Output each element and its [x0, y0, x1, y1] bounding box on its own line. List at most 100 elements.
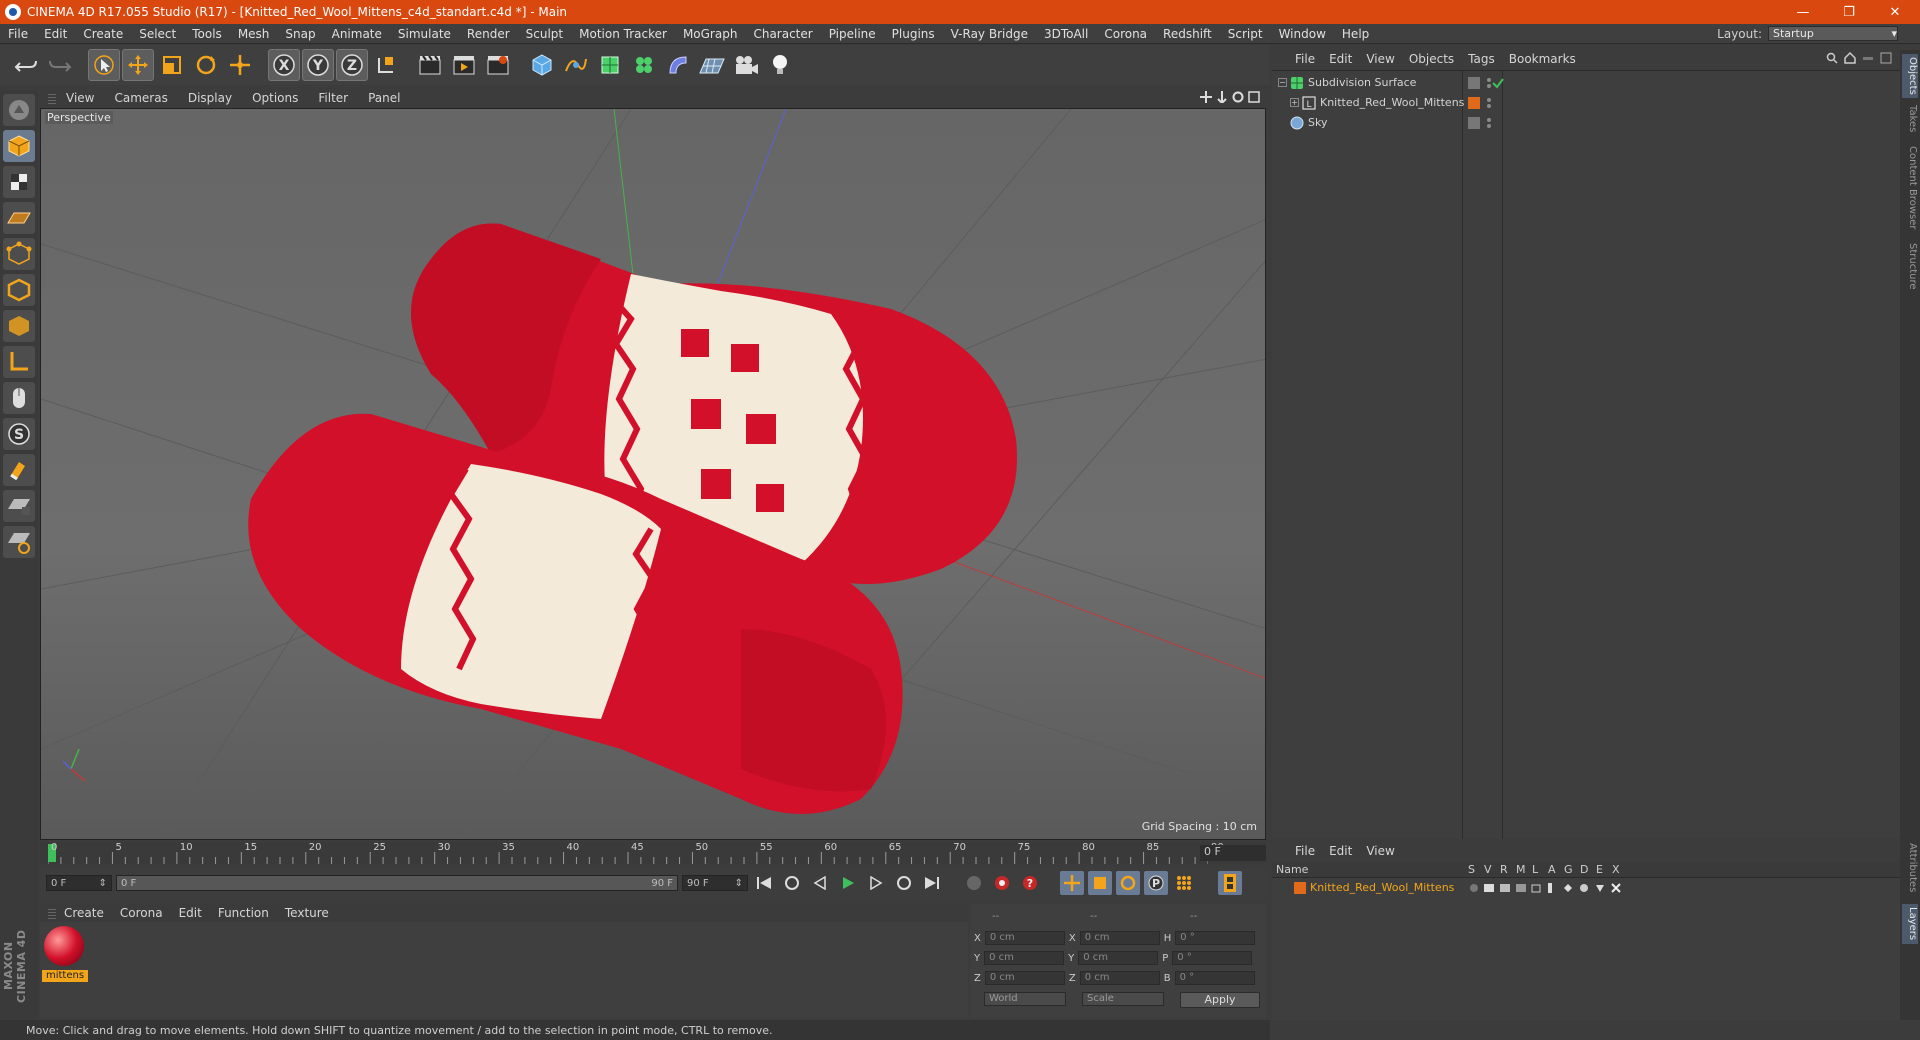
- enabled-check-icon[interactable]: [1492, 77, 1504, 89]
- tab-content-browser[interactable]: Content Browser: [1902, 142, 1918, 234]
- menu-tools[interactable]: Tools: [184, 27, 230, 41]
- perspective-viewport[interactable]: Perspective Grid Spacing : 10 cm: [40, 108, 1266, 840]
- expand-panel-icon[interactable]: [1880, 52, 1892, 64]
- timeline-ruler[interactable]: 0 5 10 15 20 25 30 35 40 45 50 55 60 65 …: [40, 842, 1266, 864]
- zoom-view-icon[interactable]: [1216, 91, 1228, 103]
- layer-col-locked[interactable]: L: [1532, 863, 1538, 876]
- key-rotation-button[interactable]: [1116, 871, 1140, 895]
- texture-mode-button[interactable]: [3, 166, 35, 198]
- coordinate-mode-select[interactable]: World: [984, 992, 1066, 1006]
- planar-workplane-button[interactable]: [3, 526, 35, 558]
- layer-col-view[interactable]: V: [1484, 863, 1492, 876]
- key-position-button[interactable]: [1060, 871, 1084, 895]
- layout-select[interactable]: Startup ▾: [1768, 26, 1898, 41]
- live-selection-button[interactable]: [88, 49, 120, 81]
- axis-mode-button[interactable]: [3, 346, 35, 378]
- visibility-dots-icon[interactable]: [1484, 97, 1494, 109]
- key-parameter-button[interactable]: P: [1144, 871, 1168, 895]
- viewport-menu-options[interactable]: Options: [242, 91, 308, 105]
- layer-menu-edit[interactable]: Edit: [1322, 844, 1359, 858]
- model-mode-button[interactable]: [3, 130, 35, 162]
- current-frame-field[interactable]: 0 F: [1200, 845, 1266, 861]
- coordinate-system-button[interactable]: [370, 49, 402, 81]
- menu-sculpt[interactable]: Sculpt: [518, 27, 571, 41]
- go-to-end-button[interactable]: [920, 871, 944, 895]
- rotate-tool-button[interactable]: [190, 49, 222, 81]
- object-menu-view[interactable]: View: [1359, 52, 1401, 66]
- frame-range-slider[interactable]: 0 F 90 F: [116, 875, 678, 891]
- make-editable-button[interactable]: [3, 94, 35, 126]
- add-light-button[interactable]: [764, 49, 796, 81]
- tab-takes[interactable]: Takes: [1902, 102, 1918, 136]
- layer-menu-view[interactable]: View: [1359, 844, 1401, 858]
- end-frame-field[interactable]: 90 F ⇕: [682, 875, 748, 891]
- close-button[interactable]: ✕: [1872, 0, 1918, 24]
- material-menu-edit[interactable]: Edit: [171, 906, 210, 920]
- rotation-p-field[interactable]: 0 °: [1172, 951, 1253, 965]
- layer-col-generators[interactable]: G: [1564, 863, 1573, 876]
- object-row-knitted-mittens[interactable]: + L Knitted_Red_Wool_Mittens: [1272, 93, 1900, 113]
- viewport-menu-view[interactable]: View: [56, 91, 104, 105]
- menu-animate[interactable]: Animate: [324, 27, 390, 41]
- key-scale-button[interactable]: [1088, 871, 1112, 895]
- size-mode-select[interactable]: Scale: [1082, 992, 1164, 1006]
- position-x-field[interactable]: 0 cm: [984, 931, 1065, 945]
- orbit-view-icon[interactable]: [1232, 91, 1244, 103]
- material-menu-corona[interactable]: Corona: [112, 906, 171, 920]
- render-view-button[interactable]: [414, 49, 446, 81]
- redo-button[interactable]: [44, 49, 76, 81]
- material-menu-function[interactable]: Function: [210, 906, 277, 920]
- tab-layers[interactable]: Layers: [1902, 904, 1918, 944]
- start-frame-field[interactable]: 0 F ⇕: [46, 875, 112, 891]
- object-row-sky[interactable]: Sky: [1272, 113, 1900, 133]
- minimize-panel-icon[interactable]: [1862, 52, 1874, 64]
- menu-select[interactable]: Select: [131, 27, 184, 41]
- render-picture-viewer-button[interactable]: [448, 49, 480, 81]
- add-spline-button[interactable]: [560, 49, 592, 81]
- viewport-menu-cameras[interactable]: Cameras: [104, 91, 177, 105]
- size-y-field[interactable]: 0 cm: [1078, 951, 1159, 965]
- points-mode-button[interactable]: [3, 238, 35, 270]
- previous-key-button[interactable]: [780, 871, 804, 895]
- tab-objects[interactable]: Objects: [1902, 54, 1918, 98]
- menu-render[interactable]: Render: [459, 27, 518, 41]
- add-subdivision-button[interactable]: [594, 49, 626, 81]
- pan-view-icon[interactable]: [1200, 91, 1212, 103]
- object-menu-objects[interactable]: Objects: [1402, 52, 1461, 66]
- material-menu-create[interactable]: Create: [56, 906, 112, 920]
- undo-button[interactable]: [10, 49, 42, 81]
- menu-create[interactable]: Create: [75, 27, 131, 41]
- material-swatch-mittens[interactable]: mittens: [40, 922, 90, 986]
- restore-button[interactable]: ❐: [1826, 0, 1872, 24]
- layer-menu-file[interactable]: File: [1288, 844, 1322, 858]
- layer-toggle-icons[interactable]: [1468, 882, 1628, 894]
- position-y-field[interactable]: 0 cm: [984, 951, 1065, 965]
- edges-mode-button[interactable]: [3, 274, 35, 306]
- menu-redshift[interactable]: Redshift: [1155, 27, 1220, 41]
- menu-3dtoall[interactable]: 3DToAll: [1036, 27, 1096, 41]
- transform-tool-button[interactable]: [224, 49, 256, 81]
- layer-col-animation[interactable]: A: [1548, 863, 1556, 876]
- object-row-subdivision-surface[interactable]: − Subdivision Surface: [1272, 73, 1900, 93]
- layer-col-deformers[interactable]: D: [1580, 863, 1588, 876]
- object-menu-edit[interactable]: Edit: [1322, 52, 1359, 66]
- workplane-mode-button[interactable]: [3, 202, 35, 234]
- menu-character[interactable]: Character: [745, 27, 820, 41]
- next-key-button[interactable]: [892, 871, 916, 895]
- viewport-menu-display[interactable]: Display: [178, 91, 242, 105]
- key-pla-button[interactable]: [1172, 871, 1196, 895]
- material-menu-texture[interactable]: Texture: [277, 906, 337, 920]
- play-button[interactable]: [836, 871, 860, 895]
- locked-workplane-button[interactable]: [3, 490, 35, 522]
- tab-attributes[interactable]: Attributes: [1902, 840, 1918, 896]
- menu-help[interactable]: Help: [1334, 27, 1377, 41]
- record-keys-button[interactable]: [962, 871, 986, 895]
- layer-col-render[interactable]: R: [1500, 863, 1508, 876]
- object-menu-tags[interactable]: Tags: [1461, 52, 1502, 66]
- keyframe-selection-button[interactable]: ?: [1018, 871, 1042, 895]
- layer-tag-icon[interactable]: [1468, 117, 1480, 129]
- toggle-view-icon[interactable]: [1248, 91, 1260, 103]
- add-deformer-button[interactable]: [662, 49, 694, 81]
- layer-col-manager[interactable]: M: [1516, 863, 1526, 876]
- menu-script[interactable]: Script: [1220, 27, 1271, 41]
